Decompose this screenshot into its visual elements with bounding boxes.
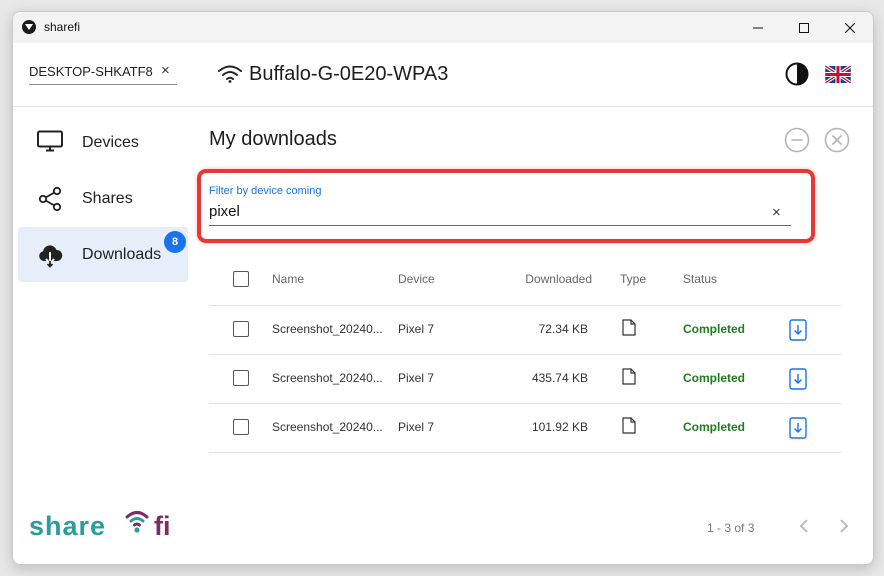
share-icon bbox=[38, 186, 62, 212]
table-row: Screenshot_20240... Pixel 7 435.74 KB Co… bbox=[209, 355, 841, 404]
minimize-button[interactable] bbox=[735, 12, 781, 43]
filter-value[interactable]: pixel bbox=[209, 203, 240, 220]
app-window: sharefi DESKTOP-SHKATF8 × Buffalo-G-0E20… bbox=[12, 11, 874, 565]
column-header-device[interactable]: Device bbox=[398, 272, 435, 286]
svg-text:share: share bbox=[29, 511, 106, 541]
cloud-download-icon bbox=[39, 245, 63, 268]
remove-selected-button[interactable] bbox=[784, 127, 810, 153]
wifi-icon bbox=[218, 65, 242, 83]
filter-label: Filter by device coming bbox=[209, 185, 322, 197]
window-title: sharefi bbox=[44, 20, 81, 34]
row-checkbox[interactable] bbox=[233, 419, 249, 435]
file-name: Screenshot_20240... bbox=[272, 371, 383, 385]
table-row: Screenshot_20240... Pixel 7 101.92 KB Co… bbox=[209, 404, 841, 453]
column-header-name[interactable]: Name bbox=[272, 272, 304, 286]
device-name: DESKTOP-SHKATF8 bbox=[29, 64, 153, 79]
status-badge: Completed bbox=[683, 420, 746, 434]
file-size: 435.74 KB bbox=[531, 371, 588, 385]
file-size: 72.34 KB bbox=[538, 322, 588, 336]
app-header: DESKTOP-SHKATF8 × Buffalo-G-0E20-WPA3 bbox=[13, 43, 873, 107]
column-header-type[interactable]: Type bbox=[620, 272, 646, 286]
file-name: Screenshot_20240... bbox=[272, 322, 383, 336]
open-file-button[interactable] bbox=[789, 417, 807, 439]
file-size: 101.92 KB bbox=[531, 420, 588, 434]
svg-text:fi: fi bbox=[154, 511, 171, 541]
uk-flag-icon[interactable] bbox=[825, 66, 851, 83]
filter-clear-button[interactable]: × bbox=[772, 204, 781, 221]
close-icon bbox=[845, 22, 855, 33]
sidebar-item-label: Devices bbox=[82, 134, 139, 151]
clear-all-button[interactable] bbox=[824, 127, 850, 153]
status-badge: Completed bbox=[683, 371, 746, 385]
chevron-left-icon[interactable] bbox=[797, 518, 811, 534]
maximize-button[interactable] bbox=[781, 12, 827, 43]
file-device: Pixel 7 bbox=[398, 322, 435, 336]
title-bar: sharefi bbox=[13, 12, 873, 43]
device-clear-button[interactable]: × bbox=[161, 63, 170, 79]
maximize-icon bbox=[799, 22, 809, 33]
downloads-count-badge: 8 bbox=[164, 231, 186, 253]
close-window-button[interactable] bbox=[827, 12, 873, 43]
pagination-range: 1 - 3 of 3 bbox=[707, 521, 755, 535]
open-file-button[interactable] bbox=[789, 319, 807, 341]
file-device: Pixel 7 bbox=[398, 371, 435, 385]
sidebar-item-shares[interactable]: Shares bbox=[18, 171, 188, 226]
page-title: My downloads bbox=[209, 128, 337, 150]
sharefi-logo: share fi bbox=[29, 511, 171, 541]
sidebar-item-downloads[interactable]: Downloads 8 bbox=[18, 227, 188, 282]
chevron-right-icon[interactable] bbox=[837, 518, 851, 534]
row-checkbox[interactable] bbox=[233, 370, 249, 386]
file-icon bbox=[622, 319, 636, 336]
file-icon bbox=[622, 368, 636, 385]
open-file-button[interactable] bbox=[789, 368, 807, 390]
file-icon bbox=[622, 417, 636, 434]
network-name: Buffalo-G-0E20-WPA3 bbox=[249, 63, 449, 85]
minimize-icon bbox=[753, 27, 763, 28]
sidebar-item-label: Downloads bbox=[82, 246, 162, 263]
column-header-downloaded[interactable]: Downloaded bbox=[509, 272, 592, 286]
app-logo-icon bbox=[22, 20, 36, 34]
table-header-row: Name Device Downloaded Type Status bbox=[209, 256, 841, 306]
monitor-icon bbox=[37, 130, 63, 152]
theme-toggle-icon[interactable] bbox=[785, 62, 809, 86]
table-row: Screenshot_20240... Pixel 7 72.34 KB Com… bbox=[209, 306, 841, 355]
downloads-table: Name Device Downloaded Type Status Scree… bbox=[209, 256, 841, 453]
file-name: Screenshot_20240... bbox=[272, 420, 383, 434]
row-checkbox[interactable] bbox=[233, 321, 249, 337]
file-device: Pixel 7 bbox=[398, 420, 435, 434]
column-header-status[interactable]: Status bbox=[683, 272, 717, 286]
sidebar-item-devices[interactable]: Devices bbox=[18, 115, 188, 170]
device-selector[interactable]: DESKTOP-SHKATF8 × bbox=[29, 63, 177, 85]
sidebar-item-label: Shares bbox=[82, 190, 133, 207]
select-all-checkbox[interactable] bbox=[233, 271, 249, 287]
status-badge: Completed bbox=[683, 322, 746, 336]
device-filter-input[interactable]: Filter by device coming pixel × bbox=[209, 185, 791, 226]
